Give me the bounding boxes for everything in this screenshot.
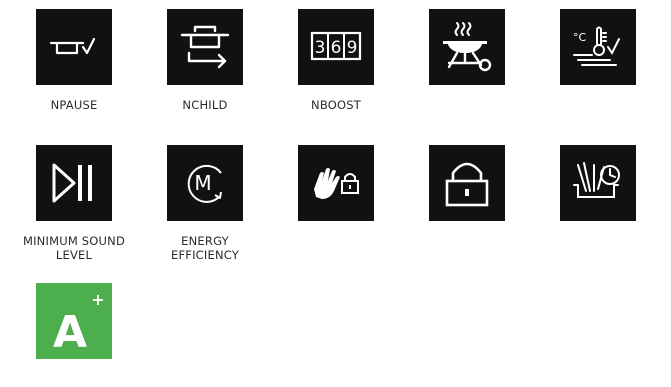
energy-class-plus: + xyxy=(91,290,104,309)
feature-hand-lock xyxy=(271,145,401,234)
boost-369-icon: 3 6 9 xyxy=(298,9,374,85)
pot-arrow-icon xyxy=(167,9,243,85)
feature-label: NBOOST xyxy=(311,98,361,112)
feature-label: NPAUSE xyxy=(50,98,98,112)
energy-class-letter: A xyxy=(53,307,87,358)
temperature-unit: °C xyxy=(573,31,587,44)
feature-label: NCHILD xyxy=(182,98,228,112)
hand-lock-icon xyxy=(298,145,374,221)
feature-label: MINIMUM SOUND LEVEL xyxy=(22,234,126,262)
pot-check-icon xyxy=(36,9,112,85)
feature-npause: NPAUSE xyxy=(9,9,139,112)
pasta-timer-icon xyxy=(560,145,636,221)
play-pause-icon xyxy=(36,145,112,221)
temperature-check-icon: °C xyxy=(560,9,636,85)
feature-grill xyxy=(402,9,532,98)
boost-digit: 9 xyxy=(347,38,358,58)
feature-nboost: 3 6 9 NBOOST xyxy=(271,9,401,112)
feature-label: ENERGY EFFICIENCY xyxy=(170,234,240,262)
boost-digit: 6 xyxy=(331,38,342,58)
feature-nchild: NCHILD xyxy=(140,9,270,112)
lock-icon xyxy=(429,145,505,221)
feature-minimum-sound: MINIMUM SOUND LEVEL xyxy=(9,145,139,262)
energy-class-a-plus-icon: A + xyxy=(36,283,112,359)
grill-key-icon xyxy=(429,9,505,85)
feature-temperature: °C xyxy=(533,9,663,98)
feature-lock xyxy=(402,145,532,234)
feature-energy-efficiency: M ENERGY EFFICIENCY xyxy=(140,145,270,262)
energy-class-badge: A + xyxy=(9,283,139,359)
energy-m-icon: M xyxy=(167,145,243,221)
energy-letter: M xyxy=(194,171,211,195)
feature-pasta-timer xyxy=(533,145,663,234)
boost-digit: 3 xyxy=(315,38,326,58)
